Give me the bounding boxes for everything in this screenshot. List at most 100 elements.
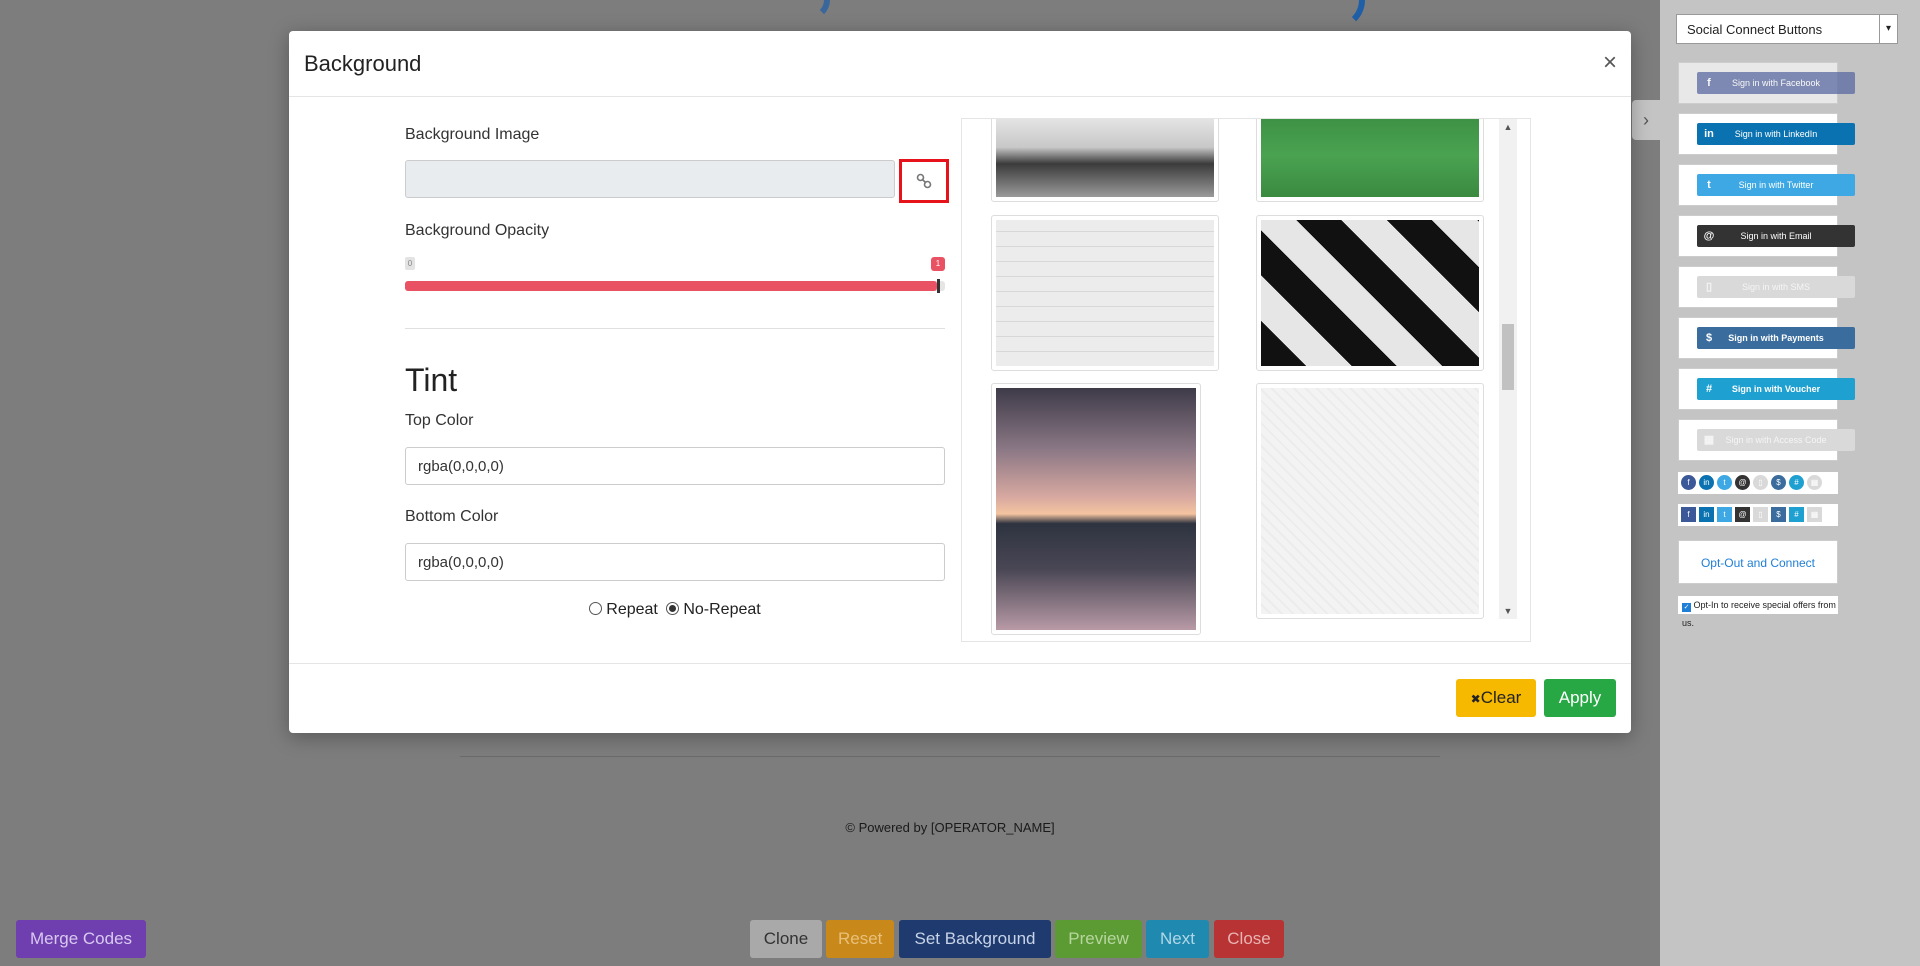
apply-button[interactable]: Apply [1544,679,1616,717]
keypad-icon[interactable]: ▦ [1807,507,1822,522]
envelope-icon[interactable]: @ [1735,507,1750,522]
facebook-icon: f [1707,77,1711,89]
linkedin-icon[interactable]: in [1699,475,1714,490]
background-image-label: Background Image [405,126,540,143]
tag-icon[interactable]: # [1789,507,1804,522]
background-modal: Background × Background Image Background… [289,31,1631,733]
envelope-icon[interactable]: @ [1735,475,1750,490]
opt-in-label: Opt-In to receive special offers from us… [1682,600,1836,628]
gallery-item-white-brick[interactable] [991,215,1219,371]
background-opacity-label: Background Opacity [405,222,550,239]
access-code-card[interactable]: ▦ Sign in with Access Code [1678,419,1855,461]
email-label: Sign in with Email [1740,231,1812,241]
x-icon: ✖ [1470,692,1481,706]
bottom-color-input[interactable]: rgba(0,0,0,0) [405,543,945,581]
link-image-button[interactable] [899,159,949,203]
clone-button[interactable]: Clone [750,920,822,958]
voucher-card[interactable]: # Sign in with Voucher [1678,368,1855,410]
twitter-icon[interactable]: t [1717,507,1732,522]
next-button[interactable]: Next [1146,920,1209,958]
component-type-select[interactable]: Social Connect Buttons ▾ [1676,14,1898,44]
facebook-icon[interactable]: f [1681,475,1696,490]
keypad-icon[interactable]: ▦ [1807,475,1822,490]
scrollbar-thumb[interactable] [1502,324,1514,390]
clear-button[interactable]: ✖Clear [1456,679,1536,717]
clear-label: Clear [1480,688,1522,707]
gallery-item-sunset-sea[interactable] [991,383,1201,635]
sms-signin-button[interactable]: ▯ Sign in with SMS [1697,276,1855,298]
facebook-icon[interactable]: f [1681,507,1696,522]
bottom-color-label: Bottom Color [405,508,499,525]
top-color-input[interactable]: rgba(0,0,0,0) [405,447,945,485]
close-icon[interactable]: × [1603,49,1617,77]
tint-heading: Tint [405,362,458,398]
gallery-scrollbar[interactable]: ▲ ▼ [1499,119,1517,619]
linkedin-icon[interactable]: in [1699,507,1714,522]
checkbox-icon[interactable]: ✓ [1682,603,1691,612]
logo-wifi-arc [790,0,830,20]
set-background-button[interactable]: Set Background [899,920,1051,958]
money-icon[interactable]: $ [1771,475,1786,490]
tag-icon[interactable]: # [1789,475,1804,490]
payments-signin-button[interactable]: $ Sign in with Payments [1697,327,1855,349]
modal-header: Background × [289,31,1631,97]
no-repeat-radio[interactable] [666,602,680,615]
twitter-icon: t [1707,179,1711,191]
top-color-label: Top Color [405,412,474,429]
linkedin-card[interactable]: in Sign in with LinkedIn [1678,113,1855,155]
tag-icon: # [1705,383,1713,395]
money-icon: $ [1705,332,1713,344]
facebook-label: Sign in with Facebook [1731,78,1821,88]
repeat-label: Repeat [606,601,658,618]
email-signin-button[interactable]: @ Sign in with Email [1697,225,1855,247]
merge-codes-button[interactable]: Merge Codes [16,920,146,958]
opacity-slider-fill [405,281,937,291]
preview-button[interactable]: Preview [1055,920,1142,958]
background-image-input[interactable] [405,160,895,198]
round-icon-buttons-row[interactable]: f in t @ ▯ $ # ▦ [1678,472,1838,494]
opacity-max-tooltip: 1 [931,257,945,271]
facebook-signin-button[interactable]: f Sign in with Facebook [1697,72,1855,94]
right-panel: Social Connect Buttons ▾ f Sign in with F… [1660,0,1920,966]
payments-card[interactable]: $ Sign in with Payments [1678,317,1855,359]
opt-in-checkbox-row[interactable]: ✓ Opt-In to receive special offers from … [1678,596,1838,628]
sms-card[interactable]: ▯ Sign in with SMS [1678,266,1855,308]
opacity-slider-handle[interactable] [937,279,940,293]
phone-icon[interactable]: ▯ [1753,475,1768,490]
section-divider [405,328,945,329]
close-page-button[interactable]: Close [1214,920,1284,958]
twitter-card[interactable]: t Sign in with Twitter [1678,164,1855,206]
scroll-up-icon[interactable]: ▲ [1499,119,1517,135]
gallery-item-green-texture[interactable] [1256,119,1484,202]
money-icon[interactable]: $ [1771,507,1786,522]
email-card[interactable]: @ Sign in with Email [1678,215,1855,257]
select-value: Social Connect Buttons [1687,22,1823,37]
panel-toggle-chevron-icon[interactable]: › [1632,100,1660,140]
page-divider [460,756,1440,757]
twitter-icon[interactable]: t [1717,475,1732,490]
opacity-min-tooltip: 0 [405,257,415,270]
repeat-options: Repeat No-Repeat [405,601,945,619]
gallery-item-diagonal-tiles[interactable] [1256,215,1484,371]
voucher-signin-button[interactable]: # Sign in with Voucher [1697,378,1855,400]
facebook-card[interactable]: f Sign in with Facebook [1678,62,1855,104]
powered-by-text: © Powered by [OPERATOR_NAME] [845,820,1055,835]
envelope-icon: @ [1703,230,1715,242]
phone-icon[interactable]: ▯ [1753,507,1768,522]
twitter-signin-button[interactable]: t Sign in with Twitter [1697,174,1855,196]
modal-title: Background [304,51,422,76]
repeat-radio[interactable] [589,602,603,615]
access-code-signin-button[interactable]: ▦ Sign in with Access Code [1697,429,1855,451]
square-icon-buttons-row[interactable]: f in t @ ▯ $ # ▦ [1678,504,1838,526]
gallery-item-white-pattern[interactable] [1256,383,1484,619]
scroll-down-icon[interactable]: ▼ [1499,603,1517,619]
voucher-label: Sign in with Voucher [1731,384,1821,394]
linkedin-label: Sign in with LinkedIn [1734,129,1818,139]
reset-button[interactable]: Reset [826,920,894,958]
linkedin-signin-button[interactable]: in Sign in with LinkedIn [1697,123,1855,145]
gallery-item-grunge-wall[interactable] [991,119,1219,202]
payments-label: Sign in with Payments [1728,333,1824,343]
opt-out-connect-button[interactable]: Opt-Out and Connect [1678,540,1838,584]
opacity-slider[interactable] [405,279,945,293]
twitter-label: Sign in with Twitter [1738,180,1814,190]
